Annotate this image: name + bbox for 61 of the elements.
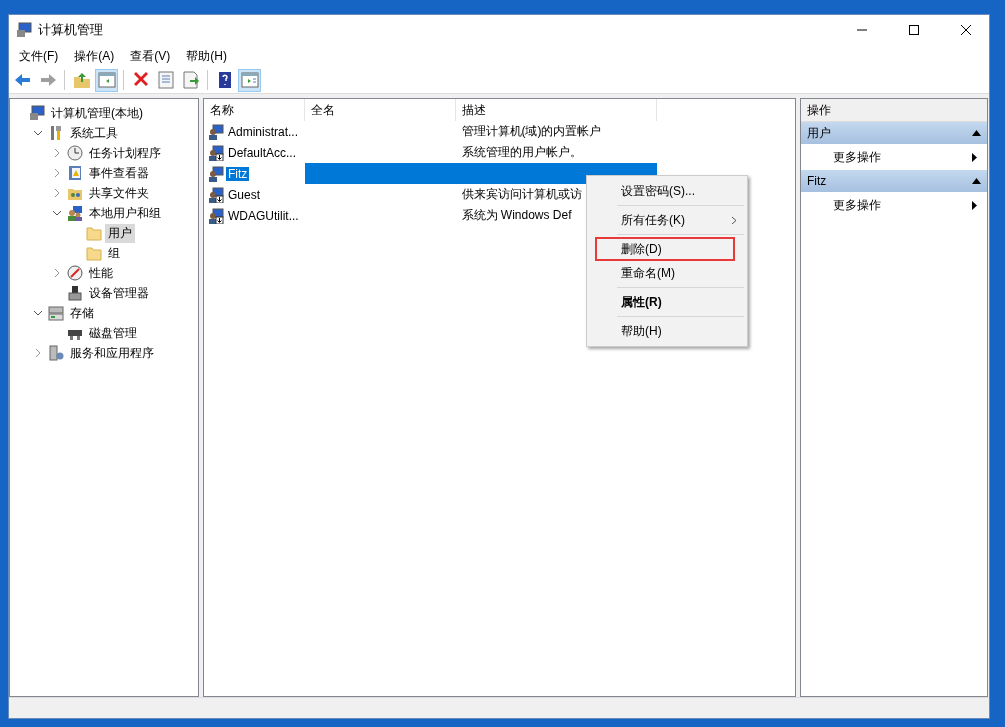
tree-item[interactable]: 任务计划程序 — [86, 143, 164, 163]
submenu-arrow-icon — [972, 200, 977, 210]
device-icon — [67, 285, 83, 301]
folder-icon — [86, 245, 102, 261]
menu-item[interactable]: 删除(D) — [595, 237, 735, 261]
folder-icon — [86, 225, 102, 241]
table-cell-text: 管理计算机(域)的内置帐户 — [460, 123, 602, 140]
column-header[interactable]: 描述 — [455, 99, 657, 121]
menu-item[interactable]: 属性(R) — [587, 290, 747, 314]
tools-icon — [48, 125, 64, 141]
column-header[interactable]: 名称 — [204, 99, 305, 121]
computer-icon — [29, 105, 45, 121]
tree-item[interactable]: 设备管理器 — [86, 283, 152, 303]
tree-item[interactable]: 服务和应用程序 — [67, 343, 157, 363]
table-cell-text: 供来宾访问计算机或访 — [460, 186, 582, 203]
menu-item[interactable]: 查看(V) — [122, 45, 179, 67]
tree-item[interactable]: 用户 — [105, 223, 135, 243]
close-icon — [961, 25, 971, 35]
actions-header: 操作 — [801, 99, 987, 122]
tree-item[interactable]: 本地用户和组 — [86, 203, 164, 223]
folder-up-icon — [71, 70, 92, 90]
tree-item[interactable]: 共享文件夹 — [86, 183, 152, 203]
action-link[interactable]: 更多操作 — [801, 144, 987, 170]
table-cell-text: 系统为 Windows Def — [460, 207, 572, 224]
menu-item[interactable]: 操作(A) — [66, 45, 123, 67]
console-tree-icon — [96, 70, 117, 90]
menu-item[interactable]: 文件(F) — [11, 45, 67, 67]
menu-item[interactable]: 帮助(H) — [587, 319, 747, 343]
submenu-arrow-icon — [972, 152, 977, 162]
actions-section[interactable]: Fitz — [801, 170, 987, 192]
maximize-icon — [909, 25, 919, 35]
properties-icon — [155, 70, 176, 90]
clock-icon — [67, 145, 83, 161]
menu-item[interactable]: 设置密码(S)... — [587, 179, 747, 203]
tree-item[interactable]: 系统工具 — [67, 123, 121, 143]
action-pane-icon — [239, 70, 260, 90]
tree-item[interactable]: 存储 — [67, 303, 97, 323]
column-header[interactable]: 全名 — [304, 99, 456, 121]
log-icon — [67, 165, 83, 181]
tree-item[interactable]: 组 — [105, 243, 123, 263]
table-cell[interactable]: Fitz — [226, 166, 250, 181]
table-cell-text: 系统管理的用户帐户。 — [460, 144, 582, 161]
collapse-icon — [972, 178, 981, 184]
users-icon — [67, 205, 83, 221]
storage-icon — [48, 305, 64, 321]
actions-section[interactable]: 用户 — [801, 122, 987, 144]
gauge-icon — [67, 265, 83, 281]
menu-item[interactable]: 所有任务(K) — [587, 208, 747, 232]
collapse-icon — [972, 130, 981, 136]
services-icon — [48, 345, 64, 361]
table-cell[interactable]: Administrat... — [226, 124, 301, 139]
tree-item[interactable]: 磁盘管理 — [86, 323, 140, 343]
tree-item[interactable]: 性能 — [86, 263, 116, 283]
tree-item[interactable]: 事件查看器 — [86, 163, 152, 183]
computer-icon — [16, 22, 32, 38]
menu-item[interactable]: 重命名(M) — [587, 261, 747, 285]
export-icon — [180, 70, 201, 90]
tree-item[interactable]: 计算机管理(本地) — [48, 103, 146, 123]
menu-item[interactable]: 帮助(H) — [178, 45, 235, 67]
action-link[interactable]: 更多操作 — [801, 192, 987, 218]
window-title: 计算机管理 — [38, 21, 104, 39]
